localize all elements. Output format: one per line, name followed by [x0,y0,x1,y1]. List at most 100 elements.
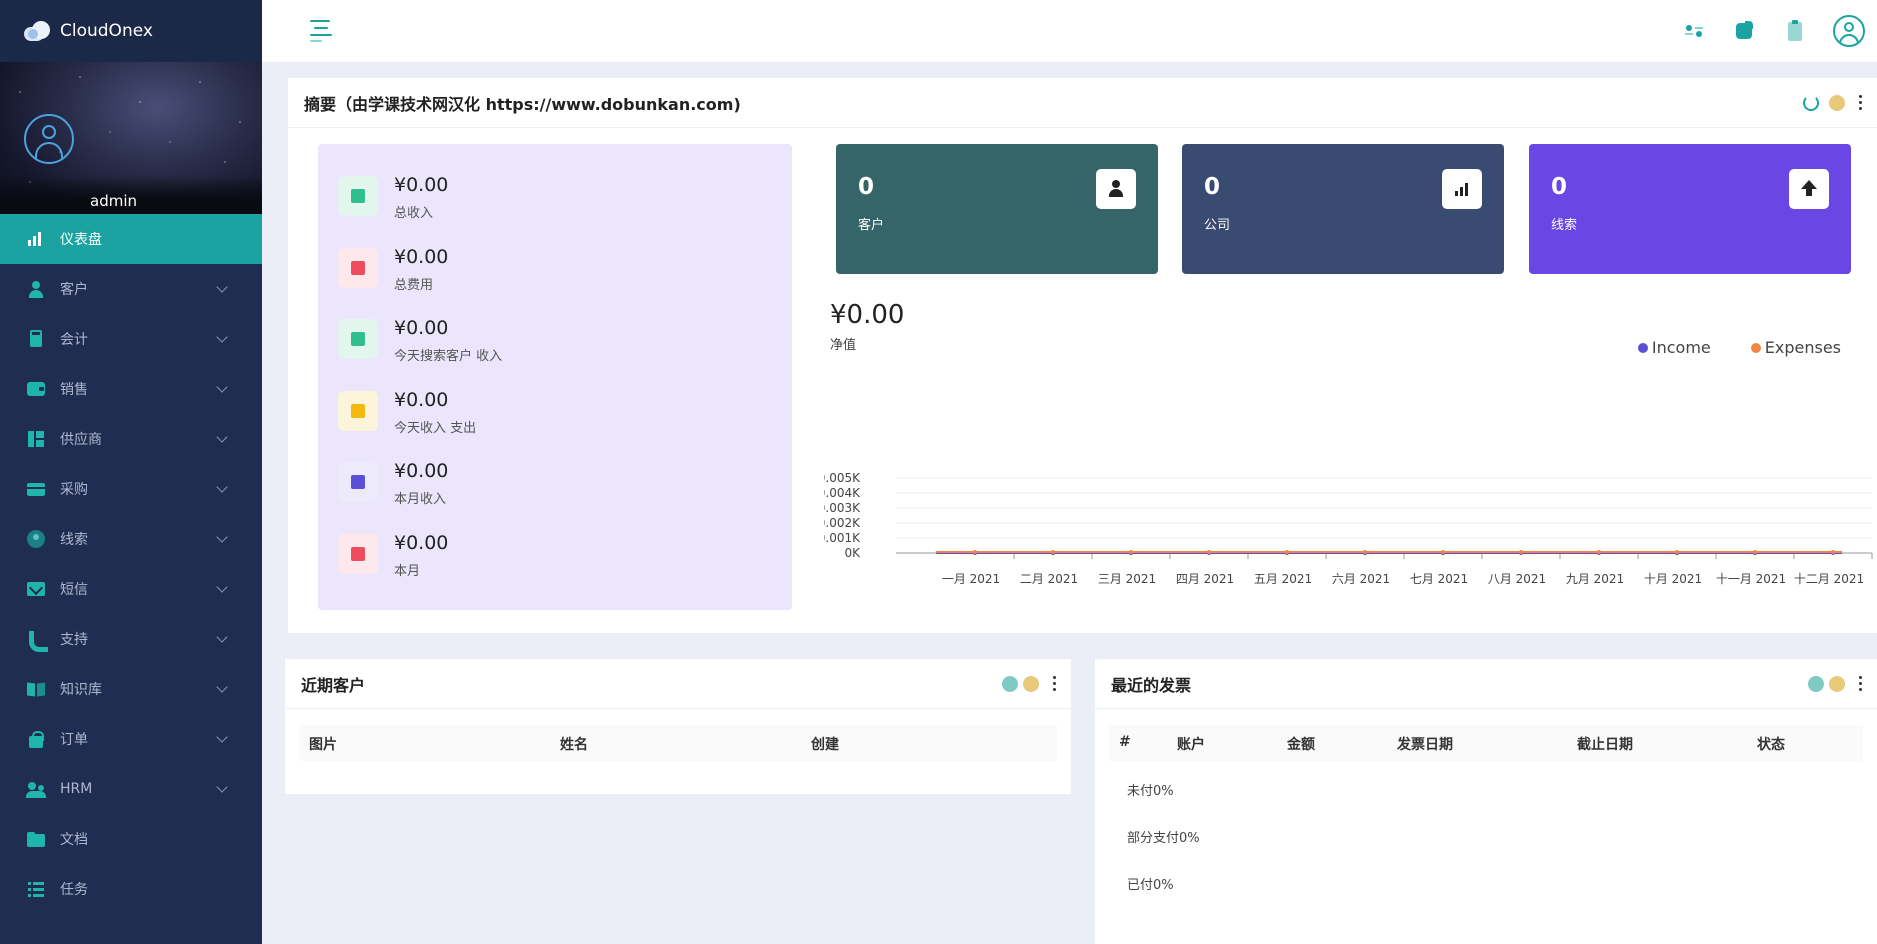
column-header[interactable]: 状态 [1757,734,1785,754]
invoice-unpaid: 未付0% [1127,784,1174,799]
sidebar-item[interactable]: 采购 [0,464,262,514]
kpi-card-customers[interactable]: 0 客户 [836,144,1158,274]
clipboard-icon[interactable] [1783,19,1807,43]
column-header[interactable]: 图片 [309,734,337,754]
stat-item: ¥0.00 本月 [338,532,448,592]
sidebar-item-label: HRM [60,781,93,797]
more-options-icon[interactable] [1859,95,1863,111]
recent-clients-title: 近期客户 [301,675,366,695]
sidebar-item-label: 销售 [60,382,88,398]
refresh-icon[interactable] [1803,95,1819,111]
summary-card: 摘要（由学课技术网汉化 https://www.dobunkan.com) ¥0… [288,78,1877,633]
collapse-dot-icon[interactable] [1829,676,1845,692]
brand[interactable]: CloudOnex [0,0,262,62]
column-header[interactable]: # [1119,734,1131,750]
sidebar: CloudOnex admin 仪表盘 客户 会计销售供应商采购线索短信支持知识库订… [0,0,262,944]
x-tick-label: 二月 2021 [1020,572,1078,586]
more-options-icon[interactable] [1859,676,1863,692]
column-header[interactable]: 金额 [1287,734,1315,754]
recent-invoices-title: 最近的发票 [1111,675,1192,695]
user-avatar-icon[interactable] [24,114,74,164]
column-header[interactable]: 发票日期 [1397,734,1453,754]
expand-dot-icon[interactable] [1808,676,1824,692]
x-tick-label: 八月 2021 [1488,572,1546,586]
arrow-left-icon [338,462,378,502]
kpi-card-companies[interactable]: 0 公司 [1182,144,1504,274]
sidebar-item[interactable]: 客户 [0,264,262,314]
data-point[interactable] [1363,550,1367,554]
sidebar-item[interactable]: 供应商 [0,414,262,464]
data-point[interactable] [1597,550,1601,554]
sidebar-item[interactable]: 销售 [0,364,262,414]
cloud-logo-icon [24,21,52,41]
sidebar-item-label: 支持 [60,632,88,648]
data-point[interactable] [1831,550,1835,554]
book-icon [26,679,46,699]
kpi-card-leads[interactable]: 0 线索 [1529,144,1851,274]
x-tick-label: 六月 2021 [1332,572,1390,586]
sidebar-item[interactable]: 支持 [0,614,262,664]
collapse-dot-icon[interactable] [1829,95,1845,111]
sidebar-item[interactable]: 任务 [0,864,262,914]
net-worth-label: 净值 [830,338,857,353]
users-icon [26,779,46,799]
data-point[interactable] [973,550,977,554]
legend-label: Income [1651,338,1711,357]
collapse-dot-icon[interactable] [1023,676,1039,692]
sidebar-item[interactable]: 会计 [0,314,262,364]
legend-label: Expenses [1764,338,1841,357]
data-point[interactable] [1285,550,1289,554]
menu-toggle-icon[interactable] [310,20,334,42]
sidebar-item[interactable]: 知识库 [0,664,262,714]
x-tick-label: 十月 2021 [1644,572,1702,586]
legend-swatch [1637,342,1648,353]
grid-icon [26,429,46,449]
column-header[interactable]: 账户 [1177,734,1205,754]
invoices-table-header: # 账户 金额 发票日期 截止日期 状态 [1109,725,1863,761]
legend-item[interactable]: Income [1637,338,1711,357]
stat-amount: ¥0.00 [394,460,449,482]
data-point[interactable] [1129,550,1133,554]
expand-dot-icon[interactable] [1002,676,1018,692]
circle-user-icon [26,529,46,549]
calculator-icon [26,329,46,349]
kpi-value: 0 [1204,174,1221,200]
user-name: admin [90,192,137,210]
y-tick-label: 0.002K [824,516,861,530]
stat-amount: ¥0.00 [394,174,449,196]
sidebar-item-label: 文档 [60,832,88,848]
stat-label: 今天搜索客户 收入 [394,349,503,364]
stat-item: ¥0.00 今天搜索客户 收入 [338,317,502,377]
sidebar-item-label: 线索 [60,532,88,548]
column-header[interactable]: 截止日期 [1577,734,1633,754]
data-point[interactable] [1441,550,1445,554]
x-tick-label: 四月 2021 [1176,572,1234,586]
toggle-icon[interactable] [1683,19,1707,43]
x-tick-label: 五月 2021 [1254,572,1312,586]
column-header[interactable]: 姓名 [560,734,588,754]
sidebar-item[interactable]: 短信 [0,564,262,614]
data-point[interactable] [1051,550,1055,554]
sidebar-item-label: 短信 [60,582,88,598]
legend-item[interactable]: Expenses [1750,338,1841,357]
sidebar-item[interactable]: 仪表盘 [0,214,262,264]
more-options-icon[interactable] [1053,676,1057,692]
user-avatar-icon[interactable] [1833,15,1865,47]
column-header[interactable]: 创建 [811,734,839,754]
pie-chart-icon[interactable] [1733,19,1757,43]
chevron-down-icon [216,431,228,443]
sidebar-item[interactable]: 订单 [0,714,262,764]
stat-item: ¥0.00 总费用 [338,246,448,306]
sidebar-item-label: 供应商 [60,432,102,448]
sidebar-item[interactable]: 线索 [0,514,262,564]
data-point[interactable] [1675,550,1679,554]
chevron-down-icon [216,581,228,593]
data-point[interactable] [1519,550,1523,554]
sidebar-item[interactable]: 文档 [0,814,262,864]
sidebar-item[interactable]: HRM [0,764,262,814]
phone-icon [26,629,48,652]
sidebar-item-label: 知识库 [60,682,102,698]
shopping-bag-icon [26,729,46,749]
data-point[interactable] [1207,550,1211,554]
data-point[interactable] [1753,550,1757,554]
